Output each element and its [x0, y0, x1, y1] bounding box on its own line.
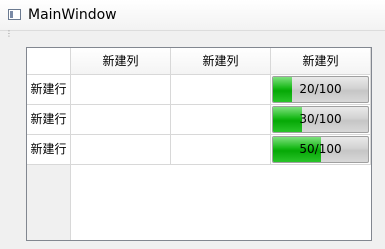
table-cell[interactable] [171, 135, 271, 165]
column-header-1[interactable]: 新建列 [71, 48, 171, 75]
progress-cell[interactable]: 20/100 [271, 75, 371, 105]
table-corner-button[interactable] [27, 48, 71, 75]
column-header-2[interactable]: 新建列 [171, 48, 271, 75]
progress-bar: 20/100 [272, 76, 369, 103]
row-header-3[interactable]: 新建行 [27, 135, 71, 165]
row-header-1[interactable]: 新建行 [27, 75, 71, 105]
table-cell[interactable] [71, 135, 171, 165]
app-window-icon [8, 9, 21, 20]
column-header-3[interactable]: 新建列 [271, 48, 371, 75]
progress-label: 30/100 [299, 112, 342, 126]
window-title: MainWindow [28, 7, 117, 23]
table-cell[interactable] [71, 75, 171, 105]
title-bar[interactable]: MainWindow [0, 0, 385, 31]
table-cell[interactable] [171, 75, 271, 105]
menu-separator [0, 30, 385, 31]
table-cell[interactable] [71, 105, 171, 135]
progress-label: 20/100 [299, 82, 342, 96]
progress-cell[interactable]: 30/100 [271, 105, 371, 135]
progress-cell[interactable]: 50/100 [271, 135, 371, 165]
progress-label: 50/100 [299, 142, 342, 156]
row-header-2[interactable]: 新建行 [27, 105, 71, 135]
main-window: MainWindow ⋮ 新建列 新建列 新建列 新建行 新建行 新建行 20/… [0, 0, 385, 249]
progress-bar: 50/100 [272, 136, 369, 163]
table-cell[interactable] [171, 105, 271, 135]
table-widget[interactable]: 新建列 新建列 新建列 新建行 新建行 新建行 20/100 30/100 50… [26, 47, 372, 241]
progress-bar: 30/100 [272, 106, 369, 133]
toolbar-grip-handle[interactable]: ⋮ [5, 30, 13, 38]
